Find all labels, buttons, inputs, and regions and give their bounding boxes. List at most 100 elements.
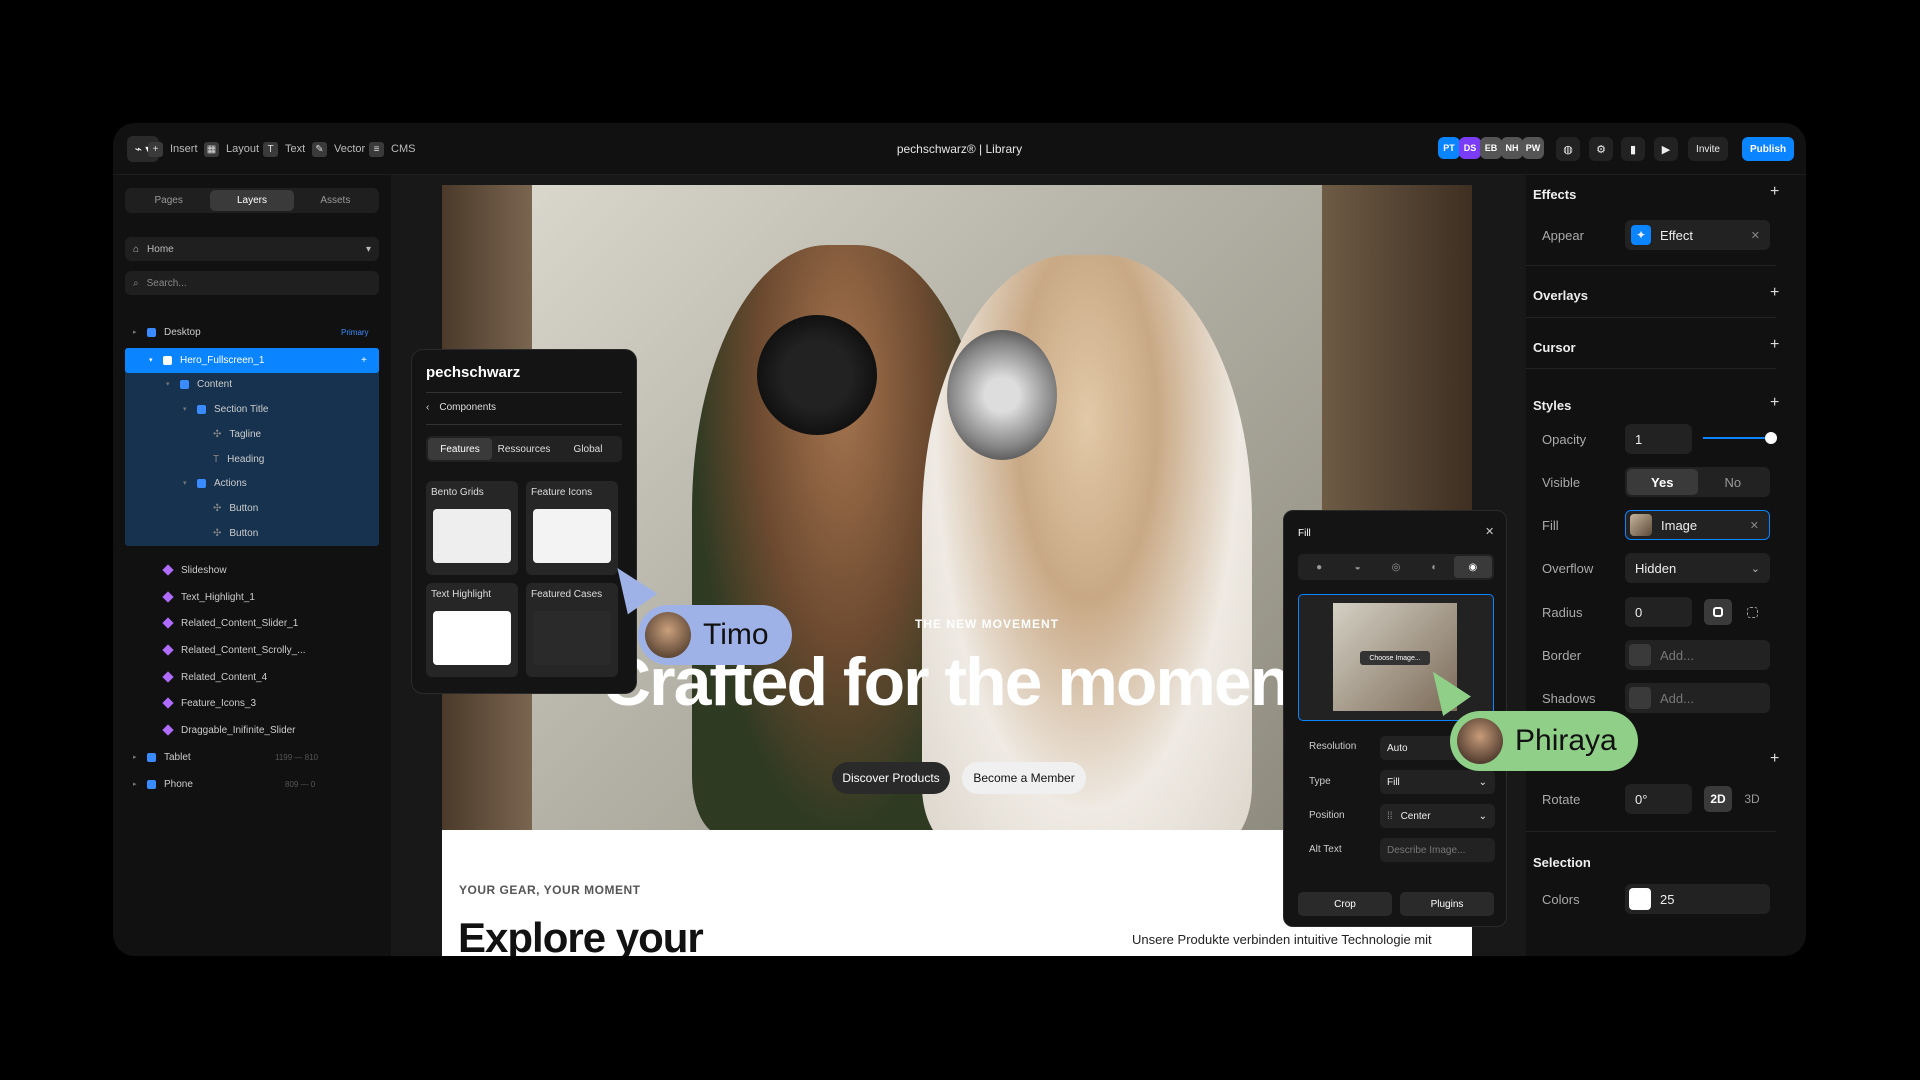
text-icon: T bbox=[213, 453, 220, 465]
layer-button-1[interactable]: ✣ Button bbox=[213, 497, 258, 519]
close-icon[interactable]: ✕ bbox=[1750, 519, 1759, 532]
layer-phone[interactable]: ▸ Phone bbox=[133, 773, 193, 795]
rotate-input[interactable]: 0° bbox=[1625, 784, 1692, 814]
fill-field[interactable]: Image ✕ bbox=[1625, 510, 1770, 540]
add-effect-icon[interactable]: + bbox=[1770, 183, 1779, 201]
radius-input[interactable]: 0 bbox=[1625, 597, 1692, 627]
effect-field[interactable]: ✦ Effect ✕ bbox=[1625, 220, 1770, 250]
section-body: Unsere Produkte verbinden intuitive Tech… bbox=[1132, 932, 1432, 947]
layer-content[interactable]: ▾ Content bbox=[166, 373, 232, 395]
radius-individual-toggle[interactable] bbox=[1738, 599, 1766, 625]
opacity-slider[interactable] bbox=[1703, 432, 1777, 444]
invite-button[interactable]: Invite bbox=[1688, 137, 1728, 161]
component-icon: ✣ bbox=[213, 502, 222, 514]
component-card-feature-icons[interactable]: Feature Icons bbox=[526, 481, 618, 575]
layer-rc-scrolly[interactable]: Related_Content_Scrolly_... bbox=[162, 639, 306, 661]
component-icon bbox=[162, 617, 174, 629]
conic-fill-icon[interactable]: ◐ bbox=[1415, 556, 1453, 578]
component-icon bbox=[162, 591, 174, 603]
chevron-down-icon: ⌄ bbox=[1478, 776, 1487, 788]
layer-tagline[interactable]: ✣ Tagline bbox=[213, 423, 261, 445]
add-overlay-icon[interactable]: + bbox=[1770, 284, 1779, 302]
add-icon[interactable]: + bbox=[361, 349, 367, 371]
add-style-icon[interactable]: + bbox=[1770, 394, 1779, 412]
component-card-text-highlight[interactable]: Text Highlight bbox=[426, 583, 518, 677]
component-card-featured-cases[interactable]: Featured Cases bbox=[526, 583, 618, 677]
publish-button[interactable]: Publish bbox=[1742, 137, 1794, 161]
layers-search-input[interactable]: ⌕ Search... bbox=[125, 271, 379, 295]
components-back-button[interactable]: ‹ Components bbox=[426, 402, 496, 413]
tab-global[interactable]: Global bbox=[556, 438, 620, 460]
colors-field[interactable]: 25 bbox=[1625, 884, 1770, 914]
position-select[interactable]: ⁞⁞ Center ⌄ bbox=[1380, 804, 1495, 828]
layer-desktop[interactable]: ▸ Desktop bbox=[133, 321, 201, 343]
components-brand: pechschwarz bbox=[426, 364, 521, 381]
chevron-icon: ▾ bbox=[166, 381, 170, 388]
stack-icon bbox=[197, 404, 206, 414]
alt-text-input[interactable]: Describe Image... bbox=[1380, 838, 1495, 862]
component-card-bento[interactable]: Bento Grids bbox=[426, 481, 518, 575]
avatar-pt[interactable]: PT bbox=[1438, 137, 1460, 159]
add-cursor-icon[interactable]: + bbox=[1770, 336, 1779, 354]
discover-products-button[interactable]: Discover Products bbox=[832, 762, 950, 794]
overflow-select[interactable]: Hidden ⌄ bbox=[1625, 553, 1770, 583]
layer-section-title[interactable]: ▾ Section Title bbox=[183, 398, 268, 420]
visible-no-option[interactable]: No bbox=[1698, 469, 1769, 495]
close-icon[interactable]: ✕ bbox=[1485, 525, 1494, 538]
avatar-eb[interactable]: EB bbox=[1480, 137, 1502, 159]
visible-yes-option[interactable]: Yes bbox=[1627, 469, 1698, 495]
linear-fill-icon[interactable]: ◒ bbox=[1338, 556, 1376, 578]
radial-fill-icon[interactable]: ◎ bbox=[1377, 556, 1415, 578]
tab-layers[interactable]: Layers bbox=[210, 190, 294, 211]
image-preview[interactable]: Choose Image... bbox=[1298, 594, 1494, 721]
tab-features[interactable]: Features bbox=[428, 438, 492, 460]
layer-hero-fullscreen[interactable]: ▾ Hero_Fullscreen_1 bbox=[149, 349, 265, 371]
primary-badge: Primary bbox=[341, 327, 369, 337]
layer-feature-icons[interactable]: Feature_Icons_3 bbox=[162, 692, 256, 714]
play-icon[interactable]: ▶ bbox=[1654, 137, 1678, 161]
plugins-button[interactable]: Plugins bbox=[1400, 892, 1494, 916]
layer-actions[interactable]: ▾ Actions bbox=[183, 472, 247, 494]
solid-fill-icon[interactable]: ● bbox=[1300, 556, 1338, 578]
rotate-2d-toggle[interactable]: 2D bbox=[1704, 786, 1732, 812]
layer-label: Hero_Fullscreen_1 bbox=[180, 354, 265, 366]
image-fill-icon[interactable]: ◉ bbox=[1453, 556, 1493, 578]
rotate-3d-toggle[interactable]: 3D bbox=[1738, 786, 1766, 812]
layer-heading[interactable]: T Heading bbox=[213, 448, 264, 470]
layer-text-highlight[interactable]: Text_Highlight_1 bbox=[162, 586, 255, 608]
close-icon[interactable]: ✕ bbox=[1751, 229, 1760, 242]
avatar-nh[interactable]: NH bbox=[1501, 137, 1523, 159]
opacity-slider-thumb[interactable] bbox=[1765, 432, 1777, 444]
layer-label: Actions bbox=[214, 477, 247, 489]
type-select[interactable]: Fill ⌄ bbox=[1380, 770, 1495, 794]
layer-rc4[interactable]: Related_Content_4 bbox=[162, 666, 268, 688]
layer-label: Related_Content_4 bbox=[181, 671, 268, 683]
layer-draggable[interactable]: Draggable_Inifinite_Slider bbox=[162, 719, 296, 741]
settings-icon[interactable]: ⚙ bbox=[1589, 137, 1613, 161]
avatar-pw[interactable]: PW bbox=[1522, 137, 1544, 159]
tab-pages[interactable]: Pages bbox=[127, 190, 210, 211]
layer-rc-slider[interactable]: Related_Content_Slider_1 bbox=[162, 612, 298, 634]
layer-slideshow[interactable]: Slideshow bbox=[162, 559, 227, 581]
divider bbox=[1526, 317, 1776, 318]
border-field[interactable]: Add... bbox=[1625, 640, 1770, 670]
opacity-input[interactable]: 1 bbox=[1625, 424, 1692, 454]
layer-tablet[interactable]: ▸ Tablet bbox=[133, 746, 191, 768]
chevron-icon: ▾ bbox=[149, 357, 153, 364]
opacity-label: Opacity bbox=[1542, 432, 1587, 447]
globe-icon[interactable]: ◍ bbox=[1556, 137, 1580, 161]
analytics-icon[interactable]: ▮ bbox=[1621, 137, 1645, 161]
crop-button[interactable]: Crop bbox=[1298, 892, 1392, 916]
tab-assets[interactable]: Assets bbox=[294, 190, 377, 211]
add-transform-icon[interactable]: + bbox=[1770, 750, 1779, 768]
shadows-field[interactable]: Add... bbox=[1625, 683, 1770, 713]
choose-image-button[interactable]: Choose Image... bbox=[1360, 651, 1430, 665]
radius-uniform-toggle[interactable] bbox=[1704, 599, 1732, 625]
layer-label: Related_Content_Scrolly_... bbox=[181, 644, 306, 656]
page-select[interactable]: ⌂ Home ▾ bbox=[125, 237, 379, 261]
avatar-ds[interactable]: DS bbox=[1459, 137, 1481, 159]
layer-button-2[interactable]: ✣ Button bbox=[213, 522, 258, 544]
section-eyebrow: YOUR GEAR, YOUR MOMENT bbox=[459, 883, 641, 897]
tab-ressources[interactable]: Ressources bbox=[492, 438, 556, 460]
become-member-button[interactable]: Become a Member bbox=[962, 762, 1086, 794]
